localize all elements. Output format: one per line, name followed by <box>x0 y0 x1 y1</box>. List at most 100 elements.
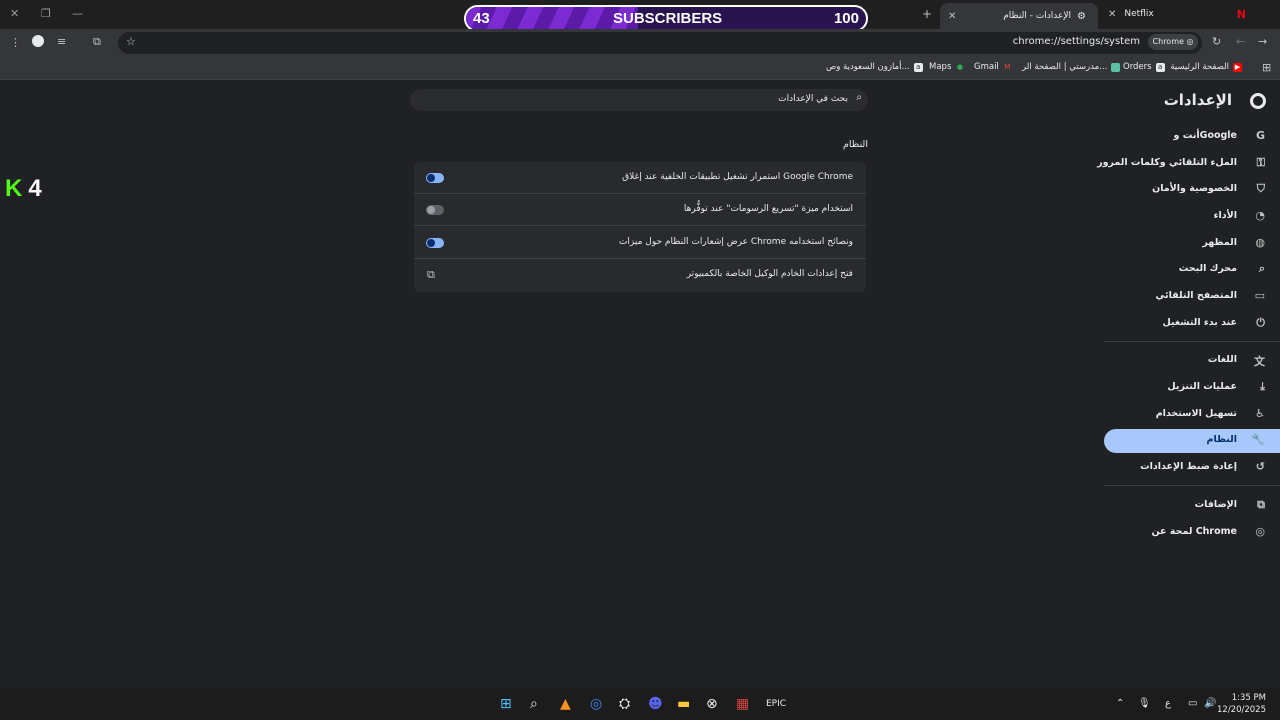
new-tab-button[interactable]: + <box>922 7 932 21</box>
sidebar-item-autofill[interactable]: الملء التلقائي وكلمات المرور ⚿ <box>1097 152 1280 176</box>
chrome-logo-icon <box>1250 93 1266 109</box>
streaming-app-icon[interactable]: ▦ <box>736 696 749 712</box>
tray-chevron-icon[interactable]: ⌃ <box>1116 698 1124 709</box>
bookmark-madrasati[interactable]: مدرستي | الصفحة الر... <box>1022 62 1121 72</box>
restore-window-icon[interactable]: ❐ <box>41 7 51 20</box>
bookmark-orders[interactable]: Orders a <box>1123 62 1165 72</box>
xbox-icon[interactable]: ⊗ <box>706 696 718 712</box>
download-icon: ⤓ <box>1260 380 1265 393</box>
url-text[interactable]: chrome://settings/system <box>1013 36 1140 47</box>
volume-icon[interactable]: 🔊 <box>1204 698 1216 709</box>
subscriber-goal-bar: 43 SUBSCRIBERS 100 <box>464 5 868 32</box>
search-icon[interactable]: ⌕ <box>530 696 538 712</box>
sidebar-item-system[interactable]: النظام 🔧 <box>1104 429 1280 453</box>
back-icon[interactable]: → <box>1258 35 1267 48</box>
discord-icon[interactable]: ☻ <box>648 696 663 712</box>
translate-icon: 文 <box>1254 355 1265 368</box>
key-icon: ⚿ <box>1256 156 1265 169</box>
section-title: النظام <box>843 139 868 150</box>
background-apps-toggle[interactable] <box>426 173 444 183</box>
bookmark-star-icon[interactable]: ☆ <box>126 35 136 48</box>
extensions-icon[interactable]: ⧉ <box>93 35 101 49</box>
tab-netflix[interactable]: ✕ Netflix N <box>1100 3 1250 25</box>
clock[interactable]: 1:35 PM 12/20/2025 <box>1217 692 1266 716</box>
chip-label: Chrome <box>1152 37 1184 46</box>
bookmark-youtube[interactable]: الصفحة الرئيسية ▶ <box>1170 62 1242 72</box>
input-language[interactable]: ع <box>1165 698 1171 709</box>
google-icon: G <box>1255 129 1265 142</box>
setting-label: عرض إشعارات النظام حول ميزات Chrome ونصا… <box>618 237 853 247</box>
sidebar-item-on-startup[interactable]: عند بدء التشغيل ⏻ <box>1104 312 1280 336</box>
sidebar-divider <box>1104 341 1280 342</box>
chrome-icon: ◎ <box>1255 525 1265 538</box>
accessibility-icon: ♿ <box>1255 407 1265 420</box>
sidebar-item-appearance[interactable]: المظهر ◍ <box>1104 232 1280 256</box>
menu-icon[interactable]: ⋮ <box>10 36 21 49</box>
forward-icon[interactable]: ← <box>1236 35 1245 48</box>
minimize-window-icon[interactable]: — <box>72 7 83 20</box>
kick-number: 4 <box>28 175 42 202</box>
profile-avatar[interactable] <box>32 35 44 47</box>
epic-games-icon[interactable]: EPIC <box>766 699 786 709</box>
windows-start-icon[interactable]: ⊞ <box>500 696 512 712</box>
system-notifications-toggle[interactable] <box>426 238 444 248</box>
sidebar-item-search-engine[interactable]: محرك البحث ⌕ <box>1104 258 1280 282</box>
sidebar-item-label: عمليات التنزيل <box>1167 381 1237 392</box>
setting-label: استخدام ميزة "تسريع الرسومات" عند توفُّر… <box>683 204 853 214</box>
close-window-icon[interactable]: ✕ <box>10 7 19 20</box>
sidebar-item-label: الأداء <box>1213 210 1237 221</box>
bookmark-amazon-sa[interactable]: أمازون السعودية وص... a <box>826 62 923 72</box>
file-explorer-icon[interactable]: ▬ <box>677 696 690 712</box>
gmail-icon: M <box>1004 62 1011 71</box>
tab-label: الإعدادات - النظام <box>1003 11 1072 21</box>
bookmark-label: Gmail <box>974 62 999 72</box>
tab-close-icon[interactable]: ✕ <box>948 11 956 22</box>
subscriber-label: SUBSCRIBERS <box>613 10 723 27</box>
sidebar-item-reset[interactable]: إعادة ضبط الإعدادات ↺ <box>1104 456 1280 480</box>
sidebar-item-privacy[interactable]: الخصوصية والأمان ⛉ <box>1104 178 1280 202</box>
sidebar-item-extensions[interactable]: الإضافات ⧉ <box>1104 494 1280 518</box>
madrasati-icon <box>1111 62 1121 72</box>
amazon-icon: a <box>1155 62 1165 72</box>
setting-row-system-notifications: عرض إشعارات النظام حول ميزات Chrome ونصا… <box>414 227 866 259</box>
bookmark-maps[interactable]: Maps ● <box>929 62 964 72</box>
bookmark-label: الصفحة الرئيسية <box>1170 62 1229 72</box>
sidebar-item-label: الإضافات <box>1194 499 1237 510</box>
speedometer-icon: ◔ <box>1255 209 1265 222</box>
setting-row-proxy-settings[interactable]: فتح إعدادات الخادم الوكيل الخاصة بالكمبي… <box>414 259 866 291</box>
setting-label: استمرار تشغيل تطبيقات الخلفية عند إغلاق … <box>622 172 853 182</box>
reading-list-icon[interactable]: ≡ <box>57 35 66 48</box>
reload-icon[interactable]: ↻ <box>1212 35 1221 48</box>
reset-icon: ↺ <box>1255 460 1265 473</box>
sidebar-item-you-and-google[interactable]: أنت وGoogle G <box>1104 125 1280 149</box>
bookmark-gmail[interactable]: Gmail M <box>974 62 1012 72</box>
kick-logo-icon: K <box>5 175 23 202</box>
sidebar-item-performance[interactable]: الأداء ◔ <box>1104 205 1280 229</box>
settings-page: الإعدادات بحث في الإعدادات ⌕ K4 أنت وGoo… <box>0 81 1280 688</box>
sidebar-item-label: الخصوصية والأمان <box>1152 183 1237 194</box>
network-icon[interactable]: ▭ <box>1188 698 1197 709</box>
setting-row-background-apps: استمرار تشغيل تطبيقات الخلفية عند إغلاق … <box>414 162 866 194</box>
sidebar-item-languages[interactable]: اللغات 文 <box>1104 349 1280 373</box>
sidebar-item-accessibility[interactable]: تسهيل الاستخدام ♿ <box>1104 403 1280 427</box>
chrome-icon[interactable]: ◎ <box>590 696 602 712</box>
external-link-icon[interactable]: ⧉ <box>427 268 435 282</box>
graphics-acceleration-toggle[interactable] <box>426 205 444 215</box>
taskbar: ⊞ ⌕ ▲ ◎ ⛭ ☻ ▬ ⊗ ▦ EPIC ⌃ 🎙 ع ▭ 🔊 1:35 PM… <box>0 688 1280 720</box>
microphone-icon[interactable]: 🎙 <box>1138 698 1151 709</box>
tab-settings[interactable]: ✕ الإعدادات - النظام ⚙ <box>940 3 1098 29</box>
steam-icon[interactable]: ⛭ <box>619 696 630 712</box>
bookmark-label: Maps <box>929 62 952 72</box>
palette-icon: ◍ <box>1255 236 1265 249</box>
settings-search-input[interactable]: بحث في الإعدادات ⌕ <box>410 89 868 111</box>
youtube-icon: ▶ <box>1233 62 1242 72</box>
sidebar-item-default-browser[interactable]: المتصفح التلقائي ▭ <box>1104 285 1280 309</box>
setting-row-graphics-acceleration: استخدام ميزة "تسريع الرسومات" عند توفُّر… <box>414 194 866 226</box>
app-icon[interactable]: ▲ <box>560 696 571 712</box>
sidebar-item-downloads[interactable]: عمليات التنزيل ⤓ <box>1104 376 1280 400</box>
sidebar-item-about-chrome[interactable]: لمحة عن Chrome ◎ <box>1104 521 1280 545</box>
setting-label: فتح إعدادات الخادم الوكيل الخاصة بالكمبي… <box>686 269 853 279</box>
tab-close-icon[interactable]: ✕ <box>1108 9 1116 20</box>
apps-icon[interactable]: ⊞ <box>1262 61 1271 74</box>
bookmarks-bar: ⊞ الصفحة الرئيسية ▶ Orders a مدرستي | الصف… <box>0 56 1280 80</box>
